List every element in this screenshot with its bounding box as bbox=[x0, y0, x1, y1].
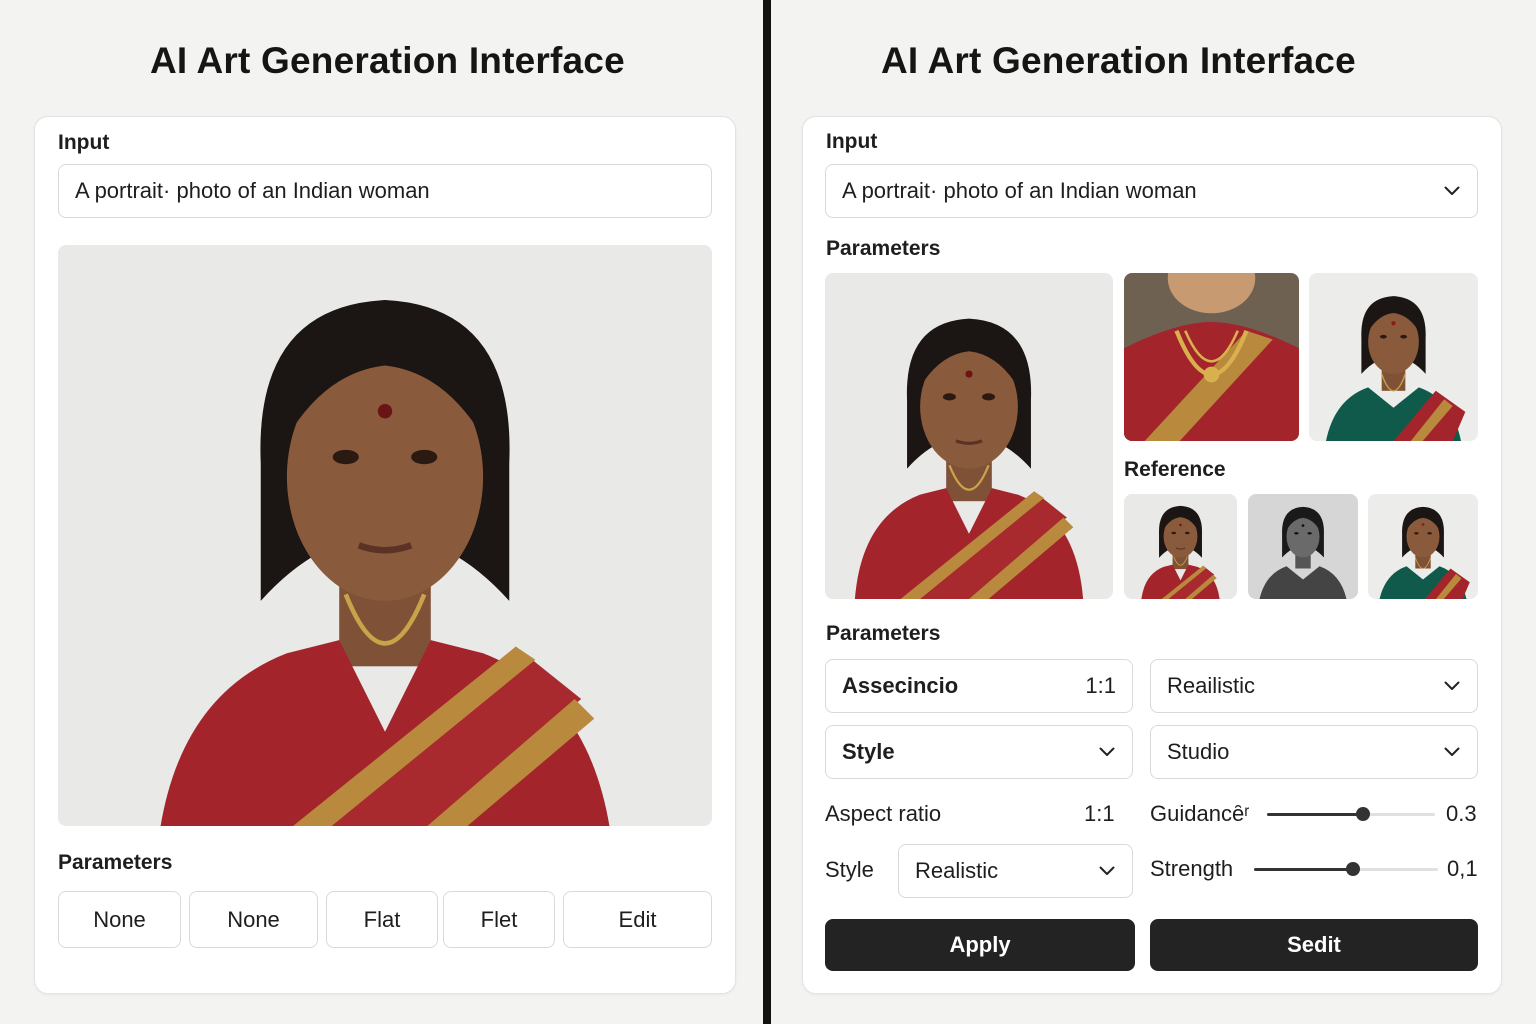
chevron-down-icon bbox=[1443, 677, 1461, 695]
realistic-select-value: Reailistic bbox=[1167, 673, 1256, 698]
style-row-label: Style bbox=[825, 857, 874, 882]
generated-jewelry-closeup[interactable] bbox=[1124, 273, 1299, 441]
right-params-label-bottom: Parameters bbox=[826, 622, 941, 645]
sedit-button[interactable]: Sedit bbox=[1150, 919, 1478, 971]
strength-fill bbox=[1254, 868, 1354, 871]
edit-button[interactable]: Edit bbox=[563, 891, 712, 948]
style-select[interactable]: Style bbox=[825, 725, 1133, 779]
left-input-label: Input bbox=[58, 131, 110, 154]
right-page-title: AI Art Generation Interface bbox=[881, 40, 1356, 81]
style-select-label: Style bbox=[842, 739, 895, 764]
style-realistic-select[interactable]: Realistic bbox=[898, 844, 1133, 898]
flet-button[interactable]: Flet bbox=[443, 891, 555, 948]
guidance-value: 0.3 bbox=[1446, 801, 1477, 826]
guidance-fill bbox=[1267, 813, 1363, 816]
apply-button[interactable]: Apply bbox=[825, 919, 1135, 971]
reference-label: Reference bbox=[1124, 458, 1226, 481]
chevron-down-icon bbox=[1098, 862, 1116, 880]
none-button-2[interactable]: None bbox=[189, 891, 318, 948]
style-realistic-value: Realistic bbox=[915, 858, 999, 883]
none-button-1[interactable]: None bbox=[58, 891, 181, 948]
studio-select[interactable]: Studio bbox=[1150, 725, 1478, 779]
reference-image-2[interactable] bbox=[1248, 494, 1358, 599]
right-input-label: Input bbox=[826, 130, 878, 153]
chevron-down-icon bbox=[1443, 743, 1461, 761]
assecincio-ratio: 1:1 bbox=[1085, 673, 1116, 698]
main-portrait-image bbox=[58, 245, 712, 826]
studio-select-value: Studio bbox=[1167, 739, 1230, 764]
generated-portrait-green[interactable] bbox=[1309, 273, 1478, 441]
strength-knob[interactable] bbox=[1346, 862, 1361, 876]
right-prompt-select[interactable]: A portrait· photo of an Indian woman bbox=[825, 164, 1478, 218]
assecincio-field[interactable]: Assecincio 1:1 bbox=[825, 659, 1133, 713]
guidance-slider[interactable] bbox=[1267, 804, 1435, 824]
panel-divider bbox=[763, 0, 771, 1024]
left-params-label: Parameters bbox=[58, 851, 173, 874]
assecincio-label: Assecincio bbox=[842, 673, 959, 698]
guidance-label: Guidancȇʳ bbox=[1150, 801, 1250, 826]
realistic-select[interactable]: Reailistic bbox=[1150, 659, 1478, 713]
right-params-label-top: Parameters bbox=[826, 237, 941, 260]
strength-slider[interactable] bbox=[1254, 859, 1438, 879]
aspect-ratio-label: Aspect ratio bbox=[825, 801, 942, 826]
strength-value: 0,1 bbox=[1447, 856, 1478, 881]
chevron-down-icon bbox=[1443, 182, 1461, 200]
aspect-ratio-value: 1:1 bbox=[1084, 801, 1115, 826]
left-page-title: AI Art Generation Interface bbox=[150, 40, 625, 81]
left-prompt-value: A portrait· photo of an Indian woman bbox=[75, 178, 430, 203]
reference-image-3[interactable] bbox=[1368, 494, 1478, 599]
left-prompt-input[interactable]: A portrait· photo of an Indian woman bbox=[58, 164, 712, 218]
generated-portrait-large[interactable] bbox=[825, 273, 1113, 599]
reference-image-1[interactable] bbox=[1124, 494, 1237, 599]
guidance-knob[interactable] bbox=[1355, 807, 1370, 821]
right-prompt-value: A portrait· photo of an Indian woman bbox=[842, 178, 1197, 203]
strength-label: Strength bbox=[1150, 856, 1234, 881]
chevron-down-icon bbox=[1098, 743, 1116, 761]
flat-button[interactable]: Flat bbox=[326, 891, 438, 948]
